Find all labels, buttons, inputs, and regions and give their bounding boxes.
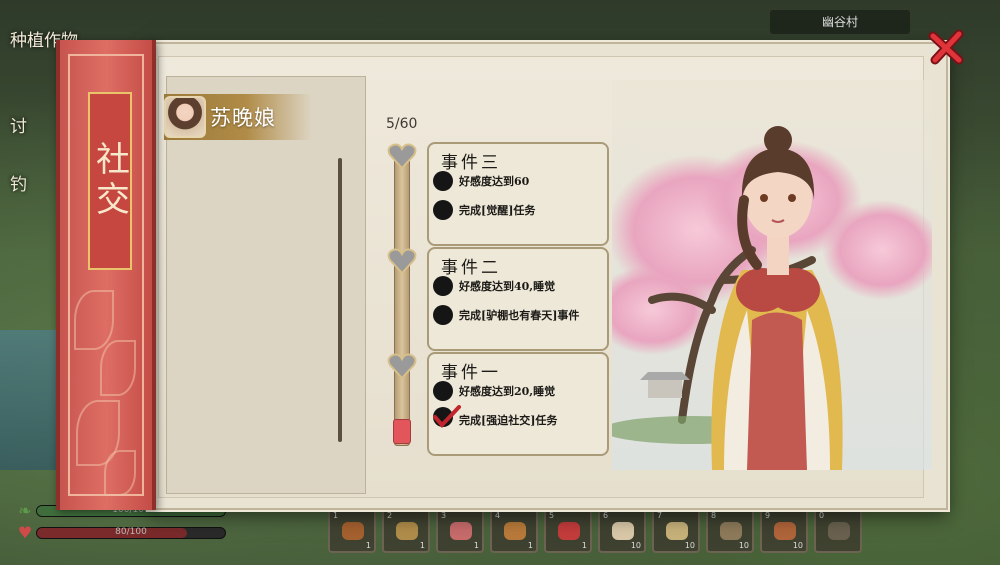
npc-name: 苏晚娘 [210,106,276,130]
condition-text: 好感度达到20,睡觉 [459,385,556,398]
item-icon [450,522,472,540]
affection-track [394,150,410,446]
affection-fill [393,419,411,444]
slot-number: 3 [441,511,447,520]
hotbar-slot[interactable]: 11 [328,509,376,553]
heart-icon [387,141,417,171]
hotbar-slot[interactable]: 31 [436,509,484,553]
slot-count: 1 [581,541,587,550]
close-button[interactable] [925,26,967,68]
condition-text: 好感度达到60 [459,175,530,188]
location-label: 幽谷村 [770,10,910,34]
quest-entry[interactable]: 钓 [10,170,27,195]
slot-count: 10 [738,541,749,550]
leaf-ornament [74,290,114,350]
item-hotbar: 1 1 2 1 3 1 4 1 5 1 6 10 7 10 8 10 9 10 0 [328,509,862,553]
item-icon [504,522,526,540]
item-icon [720,522,742,540]
event-condition: 完成[驴棚也有春天]事件 [433,304,607,326]
event-card[interactable]: 事件三 好感度达到60 完成[觉醒]任务 [427,142,609,246]
slot-count: 10 [792,541,803,550]
slot-number: 6 [603,511,609,520]
social-banner: 社交 [56,40,156,510]
condition-text: 完成[强迫社交]任务 [459,414,558,427]
condition-text: 完成[觉醒]任务 [459,204,536,217]
event-card[interactable]: 事件二 好感度达到40,睡觉 完成[驴棚也有春天]事件 [427,247,609,351]
condition-bullet-icon [433,200,453,220]
health-bar: ♥ 80/100 [18,523,226,542]
hotbar-slot[interactable]: 51 [544,509,592,553]
item-icon [666,522,688,540]
event-card[interactable]: 事件一 好感度达到20,睡觉 完成[强迫社交]任务 [427,352,609,456]
item-icon [342,522,364,540]
slot-count: 1 [365,541,371,550]
item-icon [558,522,580,540]
heart-icon [387,351,417,381]
item-icon [828,522,850,540]
affection-progress-text: 5/60 [386,116,418,132]
quest-entry[interactable]: 讨 [10,112,27,137]
event-condition: 好感度达到60 [433,170,607,192]
condition-bullet-icon [433,381,453,401]
event-condition: 完成[强迫社交]任务 [433,405,607,431]
slot-number: 2 [387,511,393,520]
hotbar-slot[interactable]: 8 10 [706,509,754,553]
condition-text: 好感度达到40,睡觉 [459,280,556,293]
hotbar-slot[interactable]: 6 10 [598,509,646,553]
npc-list-item[interactable]: 苏晚娘 [164,94,312,140]
condition-bullet-icon [433,171,453,191]
slot-count: 10 [684,541,695,550]
hotbar-slot[interactable]: 9 10 [760,509,808,553]
hotbar-slot[interactable]: 0 [814,509,862,553]
close-icon [928,29,964,65]
hotbar-slot[interactable]: 7 10 [652,509,700,553]
girl-portrait-icon [164,96,206,138]
npc-list-scrollbar[interactable] [338,158,342,442]
slot-number: 9 [765,511,771,520]
slot-number: 4 [495,511,501,520]
slot-count: 1 [419,541,425,550]
leaf-icon: ❧ [18,501,32,520]
condition-bullet-icon [433,276,453,296]
slot-number: 5 [549,511,555,520]
panel-title: 社交 [88,92,132,270]
item-icon [774,522,796,540]
condition-bullet-icon [433,305,453,325]
event-condition: 好感度达到40,睡觉 [433,275,607,297]
condition-text: 完成[驴棚也有春天]事件 [459,309,580,322]
slot-count: 1 [473,541,479,550]
item-icon [612,522,634,540]
hotbar-slot[interactable]: 41 [490,509,538,553]
player-status-bars: ❧ 100/100 ♥ 80/100 [18,501,226,549]
leaf-ornament [104,450,136,496]
check-mark-icon [433,405,461,429]
slot-count: 10 [630,541,641,550]
npc-portrait-art [612,80,932,470]
heart-icon [387,246,417,276]
slot-number: 0 [819,511,825,520]
hotbar-slot[interactable]: 21 [382,509,430,553]
event-condition: 好感度达到20,睡觉 [433,380,607,402]
slot-number: 1 [333,511,339,520]
slot-count: 1 [527,541,533,550]
item-icon [396,522,418,540]
leaf-ornament [100,340,136,396]
heart-icon: ♥ [17,523,33,542]
slot-number: 8 [711,511,717,520]
health-text: 80/100 [115,527,147,537]
event-condition: 完成[觉醒]任务 [433,199,607,221]
slot-number: 7 [657,511,663,520]
